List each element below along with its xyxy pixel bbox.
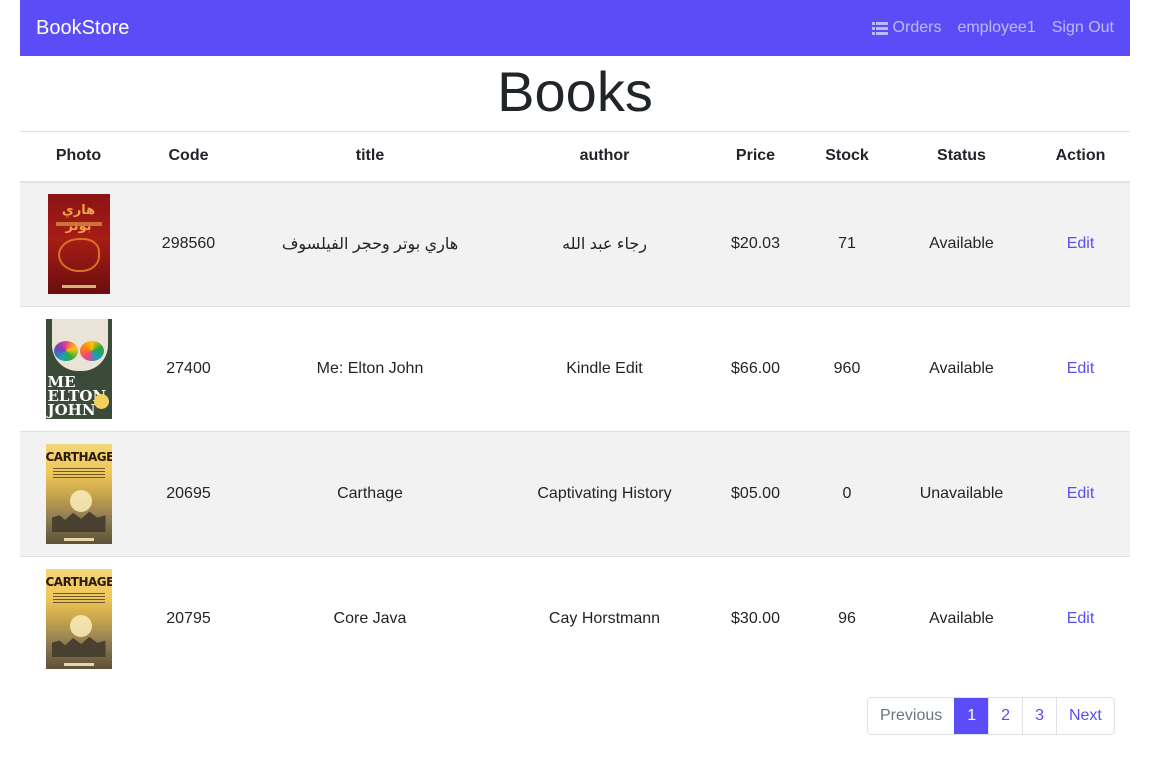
header-code: Code — [137, 131, 240, 183]
previous-page-button[interactable]: Previous — [868, 698, 955, 734]
code-cell: 27400 — [137, 306, 240, 432]
edit-link[interactable]: Edit — [1067, 485, 1095, 502]
status-cell: Available — [892, 556, 1031, 682]
book-cover-image: CARTHAGE — [45, 444, 112, 544]
page-3-button[interactable]: 3 — [1022, 698, 1056, 734]
sign-out-link[interactable]: Sign Out — [1052, 19, 1114, 37]
header-status: Status — [892, 131, 1031, 183]
stock-cell: 960 — [802, 306, 892, 432]
list-icon — [871, 21, 888, 35]
header-stock: Stock — [802, 131, 892, 183]
title-cell: هاري بوتر وحجر الفيلسوف — [240, 181, 500, 307]
header-action: Action — [1031, 131, 1130, 183]
status-cell: Unavailable — [892, 431, 1031, 557]
code-cell: 20695 — [137, 431, 240, 557]
header-price: Price — [709, 131, 802, 183]
title-cell: Me: Elton John — [240, 306, 500, 432]
photo-cell: CARTHAGE — [20, 556, 137, 682]
photo-cell: CARTHAGE — [20, 431, 137, 557]
action-cell: Edit — [1031, 431, 1130, 557]
header-author: author — [500, 131, 709, 183]
author-cell: رجاء عبد الله — [500, 181, 709, 307]
book-cover-image: CARTHAGE — [45, 569, 112, 670]
nav-right: Orders employee1 Sign Out — [871, 19, 1114, 37]
cover-title: CARTHAGE — [45, 450, 112, 464]
code-cell: 20795 — [137, 556, 240, 682]
next-page-button[interactable]: Next — [1055, 698, 1114, 734]
page-2-button[interactable]: 2 — [988, 698, 1023, 734]
photo-cell: ME ELTON JOHN — [20, 306, 137, 432]
cover-title: CARTHAGE — [45, 575, 112, 590]
user-link[interactable]: employee1 — [957, 19, 1035, 37]
page-title: Books — [497, 60, 653, 123]
table-row: هاري بوتر 298560 هاري بوتر وحجر الفيلسوف… — [20, 181, 1130, 307]
pagination: Previous 1 2 3 Next — [867, 697, 1115, 735]
navbar: BookStore Orders employee1 Sign Out — [20, 0, 1130, 56]
action-cell: Edit — [1031, 181, 1130, 307]
table-row: ME ELTON JOHN 27400 Me: Elton John Kindle … — [20, 306, 1130, 432]
title-cell: Core Java — [240, 556, 500, 682]
status-cell: Available — [892, 181, 1031, 307]
author-cell: Captivating History — [500, 431, 709, 557]
price-cell: $20.03 — [709, 181, 802, 307]
status-cell: Available — [892, 306, 1031, 432]
cover-title: هاري بوتر — [61, 202, 96, 233]
action-cell: Edit — [1031, 306, 1130, 432]
author-cell: Cay Horstmann — [500, 556, 709, 682]
price-cell: $30.00 — [709, 556, 802, 682]
photo-cell: هاري بوتر — [20, 181, 137, 307]
title-cell: Carthage — [240, 431, 500, 557]
books-table: Photo Code title author Price Stock Stat… — [20, 131, 1130, 682]
price-cell: $05.00 — [709, 431, 802, 557]
stock-cell: 71 — [802, 181, 892, 307]
edit-link[interactable]: Edit — [1067, 360, 1095, 377]
stock-cell: 0 — [802, 431, 892, 557]
header-title: title — [240, 131, 500, 183]
action-cell: Edit — [1031, 556, 1130, 682]
stock-cell: 96 — [802, 556, 892, 682]
page-1-button[interactable]: 1 — [954, 698, 989, 734]
table-row: CARTHAGE 20695 Carthage Captivating Hist… — [20, 431, 1130, 557]
header-photo: Photo — [20, 131, 137, 183]
code-cell: 298560 — [137, 181, 240, 307]
table-row: CARTHAGE 20795 Core Java Cay Horstmann $… — [20, 556, 1130, 682]
author-cell: Kindle Edit — [500, 306, 709, 432]
table-header-row: Photo Code title author Price Stock Stat… — [20, 131, 1130, 183]
orders-link[interactable]: Orders — [871, 19, 942, 37]
book-cover-image: ME ELTON JOHN — [45, 319, 112, 419]
orders-label: Orders — [892, 19, 942, 36]
book-cover-image: هاري بوتر — [47, 194, 110, 295]
price-cell: $66.00 — [709, 306, 802, 432]
edit-link[interactable]: Edit — [1067, 235, 1095, 252]
edit-link[interactable]: Edit — [1067, 610, 1095, 627]
brand-link[interactable]: BookStore — [36, 17, 129, 40]
